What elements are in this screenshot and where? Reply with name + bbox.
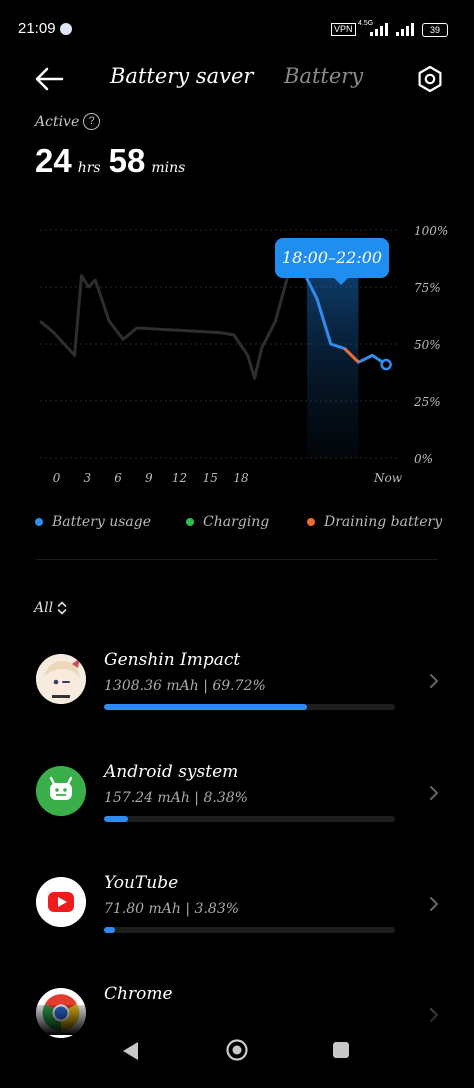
app-usage-stat: 1308.36 mAh | 69.72%: [104, 678, 266, 694]
app-name: Chrome: [104, 984, 173, 1004]
sort-chevron-icon: [57, 601, 67, 615]
y-tick-label: 0%: [414, 452, 433, 466]
y-tick-label: 75%: [414, 281, 441, 295]
nav-home-icon[interactable]: [226, 1039, 248, 1061]
battery-icon: 39: [422, 23, 448, 37]
app-row-android-system[interactable]: Android system 157.24 mAh | 8.38%: [0, 762, 474, 866]
list-fade: [0, 1005, 474, 1035]
legend-battery-usage: Battery usage: [35, 514, 151, 530]
legend-charging: Charging: [186, 514, 269, 530]
battery-level-chart[interactable]: 100% 75% 50% 25% 0% 0 3 6 9 12 15 18 Now: [0, 210, 474, 500]
app-name: Android system: [104, 762, 239, 782]
app-usage-stat: 157.24 mAh | 8.38%: [104, 790, 248, 806]
y-tick-label: 100%: [414, 224, 448, 238]
filter-dropdown[interactable]: All: [34, 600, 67, 616]
settings-gear-icon[interactable]: [416, 65, 444, 93]
chevron-right-icon: [430, 897, 439, 911]
x-tick-label: 3: [84, 471, 92, 485]
nav-recents-icon[interactable]: [333, 1042, 349, 1058]
usage-bar: [104, 927, 395, 933]
x-tick-label: 12: [172, 471, 187, 485]
usage-bar-fill: [104, 704, 307, 710]
legend-dot-blue: [35, 518, 43, 526]
duration-minutes: 58: [108, 142, 146, 179]
tab-battery-saver[interactable]: Battery saver: [110, 64, 253, 88]
x-tick-label: 6: [114, 471, 122, 485]
x-tick-label: 15: [203, 471, 218, 485]
usage-bar-fill: [104, 927, 116, 933]
android-icon: [36, 766, 86, 816]
legend-label: Charging: [203, 514, 270, 530]
info-icon[interactable]: ?: [83, 113, 100, 130]
x-tick-label: 0: [53, 471, 61, 485]
time-range-tooltip: 18:00–22:00: [275, 238, 389, 285]
y-tick-label: 25%: [413, 395, 441, 409]
y-tick-label: 50%: [414, 338, 441, 352]
status-time: 21:09: [18, 20, 56, 37]
back-arrow-icon[interactable]: [34, 66, 64, 92]
duration-hours-unit: hrs: [77, 160, 101, 176]
legend-label: Draining battery: [324, 514, 443, 530]
app-row-chrome[interactable]: Chrome: [0, 984, 474, 1088]
app-name: YouTube: [104, 873, 179, 893]
app-usage-stat: 71.80 mAh | 3.83%: [104, 901, 240, 917]
usage-bar-fill: [104, 816, 129, 822]
signal-icon: [370, 23, 388, 36]
chevron-right-icon: [430, 786, 439, 800]
current-point: [380, 358, 392, 371]
chevron-right-icon: [430, 674, 439, 688]
x-tick-label: Now: [373, 471, 403, 485]
app-name: Genshin Impact: [104, 650, 241, 670]
duration-minutes-unit: mins: [151, 160, 186, 176]
legend-draining: Draining battery: [307, 514, 442, 530]
filter-label: All: [34, 600, 54, 616]
active-duration: 24 hrs 58 mins: [35, 142, 193, 180]
vpn-badge: VPN: [331, 23, 356, 36]
usage-bar: [104, 816, 395, 822]
tab-battery[interactable]: Battery: [284, 64, 363, 88]
usage-bar: [104, 704, 395, 710]
active-label: Active: [35, 114, 80, 130]
legend-dot-green: [186, 518, 194, 526]
duration-hours: 24: [35, 142, 72, 179]
legend-label: Battery usage: [52, 514, 152, 530]
app-row-genshin[interactable]: Genshin Impact 1308.36 mAh | 69.72%: [0, 650, 474, 754]
app-row-youtube[interactable]: YouTube 71.80 mAh | 3.83%: [0, 873, 474, 977]
divider: [36, 559, 438, 560]
youtube-icon: [36, 877, 86, 927]
legend-dot-orange: [307, 518, 315, 526]
nav-back-icon[interactable]: [120, 1040, 142, 1062]
signal-icon-2: [396, 23, 414, 36]
x-tick-label: 18: [233, 471, 249, 485]
notification-icon: [60, 23, 72, 35]
x-tick-label: 9: [145, 471, 153, 485]
genshin-icon: [36, 654, 86, 704]
highlight-range: [307, 271, 359, 458]
